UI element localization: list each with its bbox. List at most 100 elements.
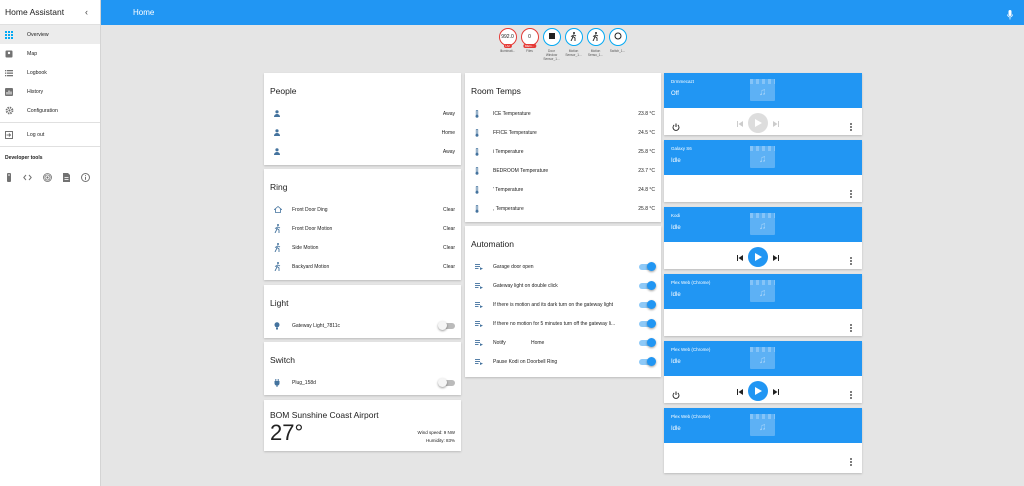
entity-row[interactable]: FFICE Temperature 24.5 °C (465, 123, 661, 142)
more-options-icon[interactable] (850, 386, 852, 404)
card-title: Ring (270, 182, 288, 192)
badge-label: Motion Sensor_1... (565, 49, 582, 57)
more-options-icon[interactable] (850, 453, 852, 471)
logbook-icon (5, 69, 27, 77)
person-state: Away (442, 148, 455, 155)
automation-toggle[interactable] (639, 318, 656, 328)
media-player-card[interactable]: Kodi Idle ♫ (664, 207, 862, 269)
code-icon[interactable] (23, 169, 32, 187)
power-icon[interactable] (672, 386, 680, 404)
light-toggle[interactable] (438, 320, 455, 330)
thermometer-icon (475, 128, 493, 137)
next-track-icon[interactable] (773, 114, 779, 132)
power-icon[interactable] (672, 118, 680, 136)
sidebar-item-label: Logbook (27, 69, 47, 76)
media-player-card[interactable]: Plex Web (Chrome) Idle ♫ (664, 408, 862, 473)
switch-toggle[interactable] (438, 377, 455, 387)
sidebar-item-label: Map (27, 50, 38, 57)
badge-motion-sensor-2[interactable]: Motion Senso_1... (586, 28, 605, 61)
divider (0, 122, 100, 123)
automation-toggle[interactable] (639, 261, 656, 271)
more-options-icon[interactable] (850, 252, 852, 270)
entity-row[interactable]: Side Motion Clear (264, 238, 461, 257)
media-player-card[interactable]: Drmmecazt Off ♫ (664, 73, 862, 135)
automation-toggle[interactable] (639, 337, 656, 347)
weather-card[interactable]: BOM Sunshine Coast Airport 27° Wind spee… (264, 400, 461, 451)
automation-toggle[interactable] (639, 356, 656, 366)
entity-row[interactable]: , Temperature 25.8 °C (465, 199, 661, 218)
automation-toggle[interactable] (639, 280, 656, 290)
sidebar-item-configuration[interactable]: Configuration (0, 101, 100, 120)
radio-tower-icon[interactable] (43, 169, 52, 187)
map-icon (5, 50, 27, 58)
entity-row[interactable]: Front Door Motion Clear (264, 219, 461, 238)
file-icon[interactable] (63, 169, 70, 187)
next-track-icon[interactable] (773, 248, 779, 266)
entity-state: 25.8 °C (638, 205, 655, 212)
automation-row[interactable]: Gateway light on double click (465, 276, 661, 295)
previous-track-icon[interactable] (737, 248, 743, 266)
walk-icon (274, 243, 292, 252)
thermometer-icon (475, 109, 493, 118)
remote-icon[interactable] (6, 169, 12, 187)
more-options-icon[interactable] (850, 319, 852, 337)
more-options-icon[interactable] (850, 185, 852, 203)
automation-toggle[interactable] (639, 299, 656, 309)
divider (0, 146, 100, 147)
person-row[interactable]: Away (264, 104, 461, 123)
entity-row[interactable]: ' Temperature 24.8 °C (465, 180, 661, 199)
sidebar-item-map[interactable]: Map (0, 44, 100, 63)
card-title: Light (270, 298, 289, 308)
previous-track-icon[interactable] (737, 382, 743, 400)
media-player-card[interactable]: Galaxy S6 Idle ♫ (664, 140, 862, 202)
media-player-card[interactable]: Plex Web (Chrome) Idle ♫ (664, 341, 862, 403)
entity-state: Clear (443, 206, 455, 213)
entity-name: BEDROOM Temperature (493, 167, 549, 174)
entity-row[interactable]: BEDROOM Temperature 23.7 °C (465, 161, 661, 180)
person-row[interactable]: Home (264, 123, 461, 142)
badge-files[interactable]: 0 MEG... Files (520, 28, 539, 61)
entity-row[interactable]: Backyard Motion Clear (264, 257, 461, 276)
more-options-icon[interactable] (850, 118, 852, 136)
person-row[interactable]: Away (264, 142, 461, 161)
entity-row[interactable]: Plug_158d (264, 373, 461, 392)
playlist-play-icon (475, 339, 493, 346)
sidebar-item-history[interactable]: History (0, 82, 100, 101)
play-button[interactable] (748, 381, 768, 401)
automation-row[interactable]: Pause Kodi on Doorbell Ring (465, 352, 661, 371)
badge-door-window-sensor[interactable]: Door Window Sensor_1... (542, 28, 561, 61)
logout-button[interactable]: Log out (0, 125, 100, 144)
grid-icon (5, 30, 27, 39)
entity-row[interactable]: ICE Temperature 23.8 °C (465, 104, 661, 123)
circle-icon (614, 32, 622, 42)
badge-illuminance[interactable]: 992.0 LM Illuminati... (498, 28, 517, 61)
play-button[interactable] (748, 113, 768, 133)
automation-row[interactable]: If there is motion and its dark turn on … (465, 295, 661, 314)
entity-row[interactable]: Gateway Light_7811c (264, 316, 461, 335)
collapse-sidebar-icon[interactable]: ‹ (85, 7, 88, 17)
entity-row[interactable]: i Temperature 25.8 °C (465, 142, 661, 161)
next-track-icon[interactable] (773, 382, 779, 400)
sidebar-item-overview[interactable]: Overview (0, 25, 100, 44)
playlist-play-icon (475, 358, 493, 365)
info-icon[interactable] (81, 169, 90, 187)
automation-row[interactable]: Garage door open (465, 257, 661, 276)
media-player-state: Idle (671, 158, 681, 164)
automation-row[interactable]: If there no motion for 5 minutes turn of… (465, 314, 661, 333)
previous-track-icon[interactable] (737, 114, 743, 132)
badge-switch[interactable]: Switch_1... (608, 28, 627, 61)
entity-state: 25.8 °C (638, 148, 655, 155)
entity-row[interactable]: Front Door Ding Clear (264, 200, 461, 219)
sidebar-item-logbook[interactable]: Logbook (0, 63, 100, 82)
automation-row[interactable]: Notify Home (465, 333, 661, 352)
sidebar-item-label: Configuration (27, 107, 58, 114)
badge-motion-sensor[interactable]: Motion Sensor_1... (564, 28, 583, 61)
wind-speed: Wind speed: 9 NW (417, 430, 455, 435)
walk-icon (592, 31, 599, 43)
play-button[interactable] (748, 247, 768, 267)
badge-value: 992.0 (501, 34, 514, 40)
playlist-play-icon (475, 301, 493, 308)
media-player-card[interactable]: Plex Web (Chrome) Idle ♫ (664, 274, 862, 336)
card-title: People (270, 86, 297, 96)
microphone-icon[interactable] (1007, 7, 1013, 25)
